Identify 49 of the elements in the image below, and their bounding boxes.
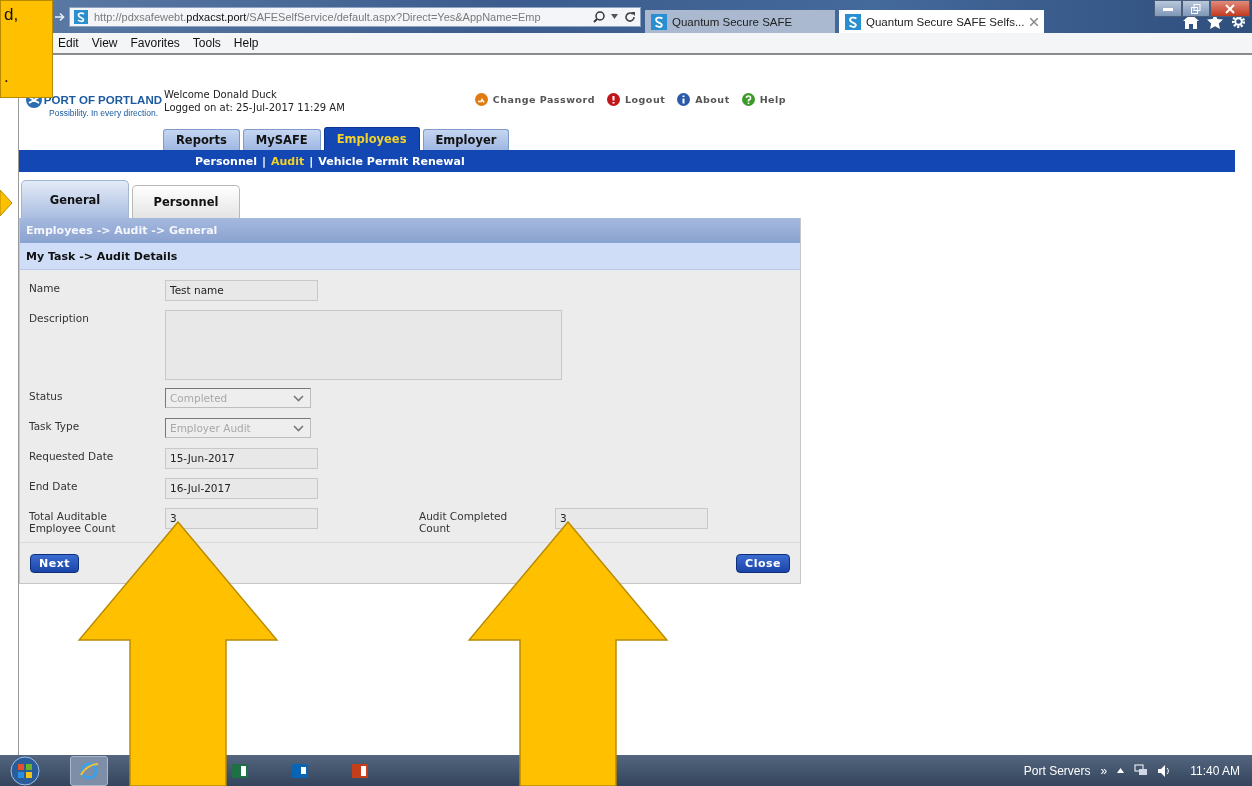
form-button[interactable]: Close (736, 553, 790, 573)
welcome-text: Welcome Donald Duck (164, 88, 278, 101)
content-tab[interactable]: General (21, 180, 129, 218)
section-title: My Task -> Audit Details (20, 243, 800, 270)
browser-tab[interactable]: Quantum Secure SAFE Selfs... (839, 10, 1044, 33)
nav-tab[interactable]: Employees (323, 127, 420, 150)
url-text: http://pdxsafewebt.pdxacst.port/SAFESelfService/default.aspx?Direct=Yes&AppName=Emp (94, 10, 542, 23)
header-link[interactable]: About (677, 93, 730, 106)
content-tab[interactable]: Personnel (132, 185, 240, 218)
login-time-text: Logged on at: 25-Jul-2017 11:29 AM (164, 101, 345, 114)
field-label: Name (29, 281, 61, 294)
clock[interactable]: 11:40 AM (1190, 763, 1240, 778)
field-label: Status (29, 389, 64, 402)
overflow-chevron[interactable]: » (1100, 763, 1108, 778)
menu-item[interactable]: View (91, 36, 118, 50)
field-label: Audit Completed Count (419, 509, 509, 534)
nav-tab[interactable]: MySAFE (242, 129, 321, 150)
field-label: Description (29, 311, 90, 324)
menu-item[interactable]: Edit (58, 36, 79, 50)
input-field[interactable]: 3 (165, 508, 318, 529)
menu-item[interactable]: Tools (192, 36, 221, 50)
breadcrumb-bar: Employees -> Audit -> General (20, 218, 800, 243)
sub-nav-link[interactable]: Personnel (195, 154, 257, 168)
browser-tab[interactable]: Quantum Secure SAFE (645, 10, 835, 33)
field-label: Task Type (29, 419, 81, 432)
field-label: End Date (29, 479, 79, 492)
form-button[interactable]: Next (30, 553, 80, 573)
input-field[interactable]: 3 (555, 508, 708, 529)
separator-text: | (261, 154, 266, 168)
logo-tagline: Possibility. In every direction. (49, 108, 158, 118)
nav-tab[interactable]: Reports (163, 129, 240, 150)
nav-tab[interactable]: Employer (422, 129, 510, 150)
input-field[interactable]: Test name (165, 280, 318, 301)
callout-text: . (4, 67, 9, 87)
header-link[interactable]: Logout (606, 93, 666, 106)
address-field[interactable]: http://pdxsafewebt.pdxacst.port/SAFESelfService/default.aspx?Direct=Yes&AppName=Emp (69, 6, 641, 27)
input-field[interactable]: 16-Jul-2017 (165, 478, 318, 499)
sub-nav-link[interactable]: Audit (271, 154, 305, 168)
sub-nav-link[interactable]: Vehicle Permit Renewal (318, 154, 465, 168)
field-label: Requested Date (29, 449, 115, 462)
header-link[interactable]: Help (741, 93, 787, 106)
input-field[interactable]: 15-Jun-2017 (165, 448, 318, 469)
separator-text: | (309, 154, 314, 168)
menu-item[interactable]: Favorites (130, 36, 180, 50)
header-link[interactable]: Change Password (474, 93, 595, 106)
menu-item[interactable]: Help (233, 36, 259, 50)
toolbar-label[interactable]: Port Servers (1023, 763, 1091, 778)
field-label: Total Auditable Employee Count (29, 509, 117, 534)
callout-text: d, (4, 5, 19, 25)
